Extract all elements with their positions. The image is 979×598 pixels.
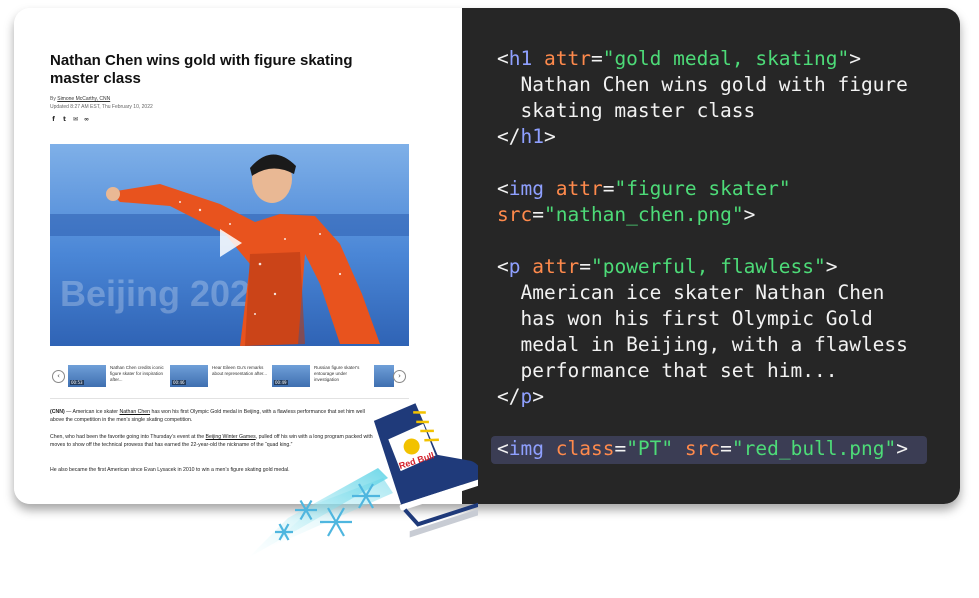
thumb-duration: 00:46: [172, 380, 186, 385]
video-carousel: ‹ 00:53 Nathan Chen credits iconic figur…: [50, 360, 409, 390]
carousel-prev-icon[interactable]: ‹: [52, 370, 65, 383]
red-bull-skate-icon: Red Bull: [248, 403, 478, 558]
byline: By Simone McCarthy, CNN: [50, 96, 110, 103]
code-line: </p>: [497, 385, 544, 408]
code-pt-img: <img class="PT" src="red_bull.png">: [497, 436, 908, 462]
article-title: Nathan Chen wins gold with figure skatin…: [50, 52, 353, 87]
code-line: performance that set him...: [497, 359, 838, 382]
author-link[interactable]: Simone McCarthy, CNN: [57, 96, 110, 102]
thumb-duration: 00:53: [70, 380, 84, 385]
updated-timestamp: Updated 8:27 AM EST, Thu February 10, 20…: [50, 104, 153, 110]
carousel-thumb-4[interactable]: [374, 365, 394, 387]
code-line: <p attr="powerful, flawless">: [497, 255, 838, 278]
nathan-chen-link[interactable]: Nathan Chen: [119, 409, 150, 415]
skate-boot: Red Bull: [373, 403, 478, 538]
facebook-icon[interactable]: f: [50, 116, 57, 123]
code-p: <p attr="powerful, flawless"> American i…: [497, 254, 908, 410]
social-share-bar: f t ✉ ∞: [50, 116, 90, 123]
play-icon[interactable]: [220, 229, 242, 257]
thumb-duration: 00:49: [274, 380, 288, 385]
carousel-thumb-3[interactable]: 00:49: [272, 365, 310, 387]
carousel-caption-1[interactable]: Nathan Chen credits iconic figure skater…: [110, 365, 166, 383]
code-line: <img attr="figure skater": [497, 177, 791, 200]
venue-text: Beijing 2022: [60, 273, 270, 314]
carousel-thumb-1[interactable]: 00:53: [68, 365, 106, 387]
code-h1: <h1 attr="gold medal, skating"> Nathan C…: [497, 46, 908, 150]
code-line: medal in Beijing, with a flawless: [497, 333, 908, 356]
code-line: skating master class: [497, 99, 756, 122]
code-line: src="nathan_chen.png">: [497, 203, 756, 226]
twitter-icon[interactable]: t: [61, 116, 68, 123]
carousel-caption-2[interactable]: Hear Eileen Gu's remarks about represent…: [212, 365, 268, 377]
email-icon[interactable]: ✉: [72, 116, 79, 123]
code-line: <img class="PT" src="red_bull.png">: [497, 437, 909, 460]
carousel-caption-3[interactable]: Russian figure skater's entourage under …: [314, 365, 370, 383]
code-line: has won his first Olympic Gold: [497, 307, 873, 330]
code-line: <h1 attr="gold medal, skating">: [497, 47, 861, 70]
carousel-next-icon[interactable]: ›: [393, 370, 406, 383]
link-icon[interactable]: ∞: [83, 116, 90, 123]
carousel-thumb-2[interactable]: 00:46: [170, 365, 208, 387]
hero-video[interactable]: Beijing 2022: [50, 144, 409, 346]
code-line: American ice skater Nathan Chen: [497, 281, 885, 304]
code-img: <img attr="figure skater" src="nathan_ch…: [497, 176, 791, 228]
code-line: Nathan Chen wins gold with figure: [497, 73, 908, 96]
source-label: (CNN): [50, 409, 65, 415]
code-line: </h1>: [497, 125, 556, 148]
